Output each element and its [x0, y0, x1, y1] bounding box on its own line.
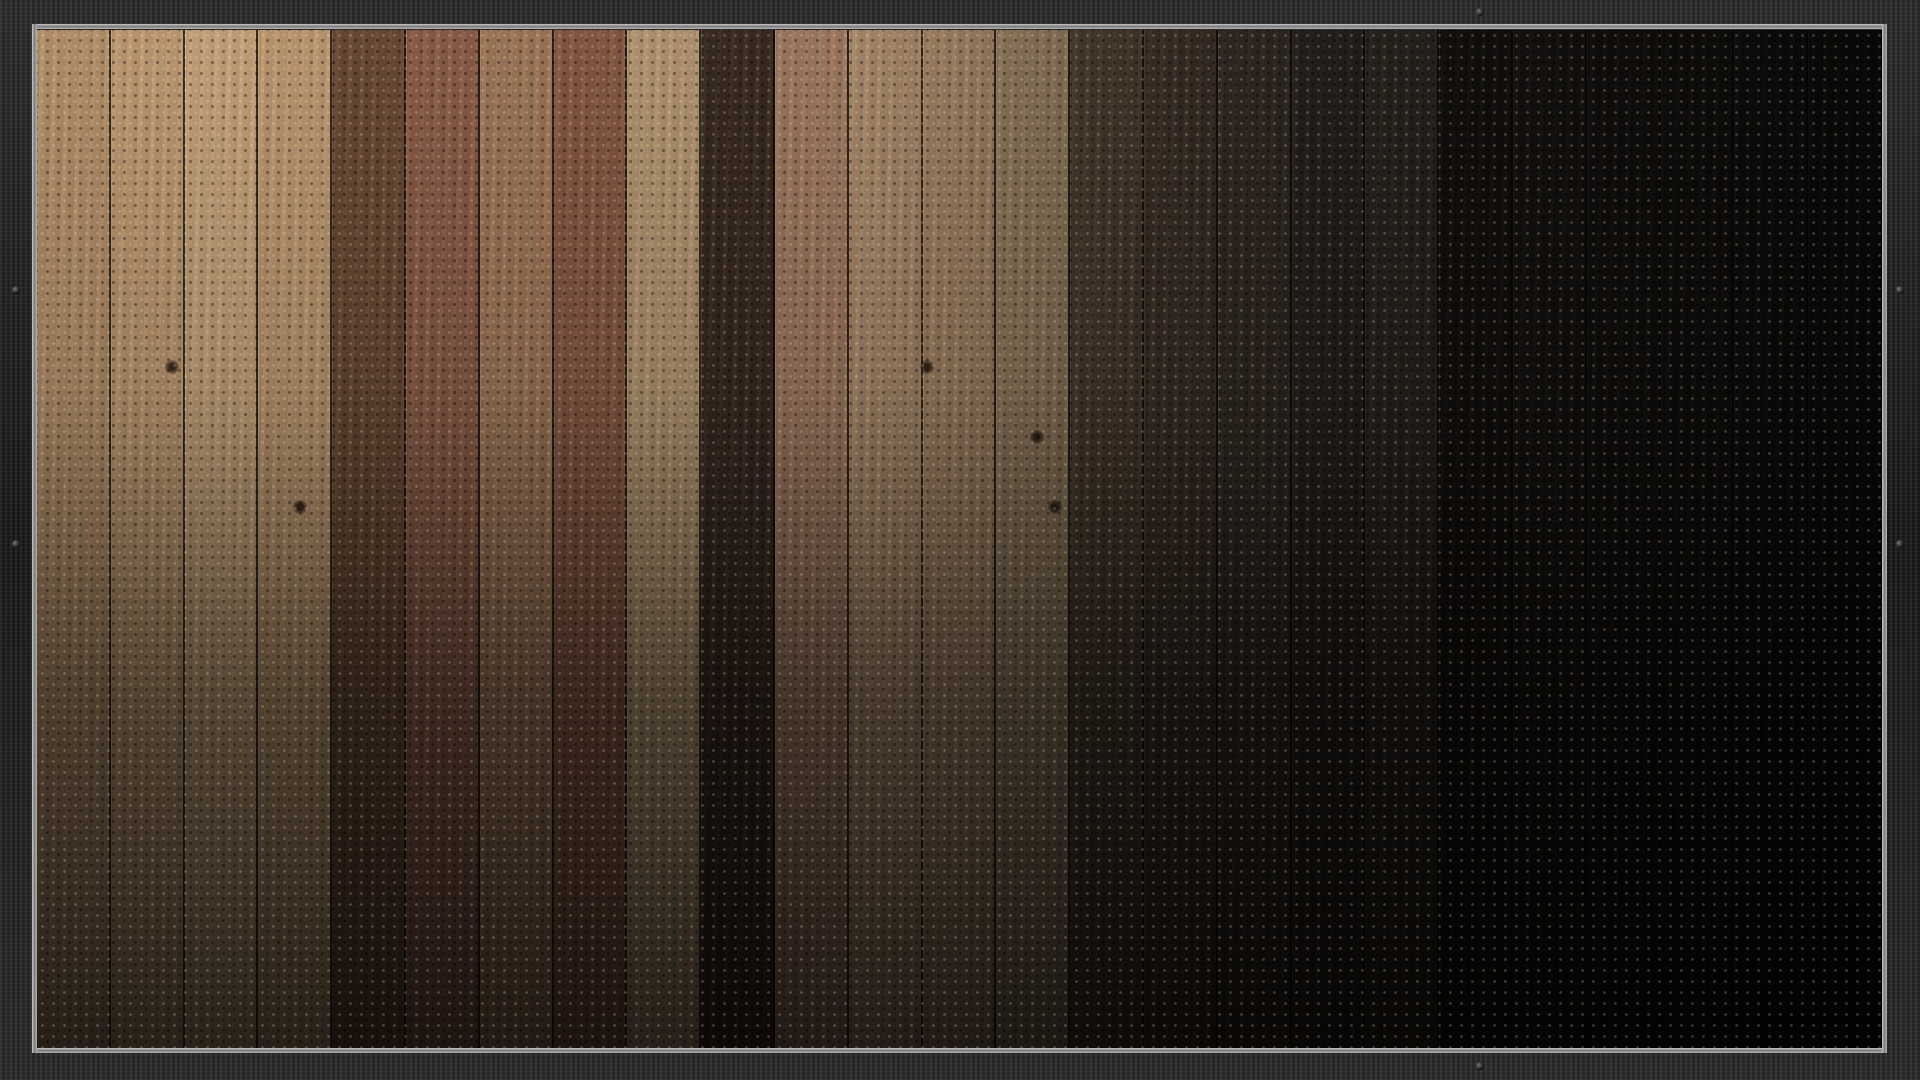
wood-plank [258, 30, 333, 1048]
wood-knot [1030, 430, 1044, 444]
wood-knot [920, 360, 934, 374]
wood-plank [1217, 30, 1292, 1048]
wood-plank [479, 30, 554, 1048]
desktop-wallpaper [37, 30, 1882, 1048]
wood-plank [110, 30, 185, 1048]
wood-plank [1291, 30, 1366, 1048]
wood-plank [37, 30, 111, 1048]
frame-rail-right [1882, 24, 1887, 1053]
wood-plank [848, 30, 923, 1048]
wood-plank [1143, 30, 1218, 1048]
rivet-icon [12, 540, 20, 548]
wood-plank [1660, 30, 1735, 1048]
rivet-icon [1896, 286, 1904, 294]
wood-knot [1048, 500, 1062, 514]
wood-plank [1070, 30, 1144, 1048]
wood-plank [1734, 30, 1809, 1048]
frame-rail-bottom [36, 1048, 1884, 1053]
rivet-icon [12, 286, 20, 294]
wood-knot [165, 360, 179, 374]
wood-plank [405, 30, 480, 1048]
wood-plank [1512, 30, 1587, 1048]
wood-plank [627, 30, 702, 1048]
wood-plank [922, 30, 997, 1048]
wood-plank [1586, 30, 1661, 1048]
wood-plank [184, 30, 259, 1048]
wood-plank [1365, 30, 1440, 1048]
wood-plank [774, 30, 849, 1048]
rivet-icon [1476, 1062, 1484, 1070]
wood-plank [553, 30, 628, 1048]
wood-plank [701, 30, 775, 1048]
wood-knot [293, 500, 307, 514]
wood-plank [1808, 30, 1882, 1048]
rivet-icon [1476, 8, 1484, 16]
wood-plank [1439, 30, 1513, 1048]
wood-plank [996, 30, 1071, 1048]
rivet-icon [1896, 540, 1904, 548]
frame-rail-left [32, 24, 37, 1053]
wood-plank [332, 30, 406, 1048]
frame-rail-top [36, 24, 1884, 29]
